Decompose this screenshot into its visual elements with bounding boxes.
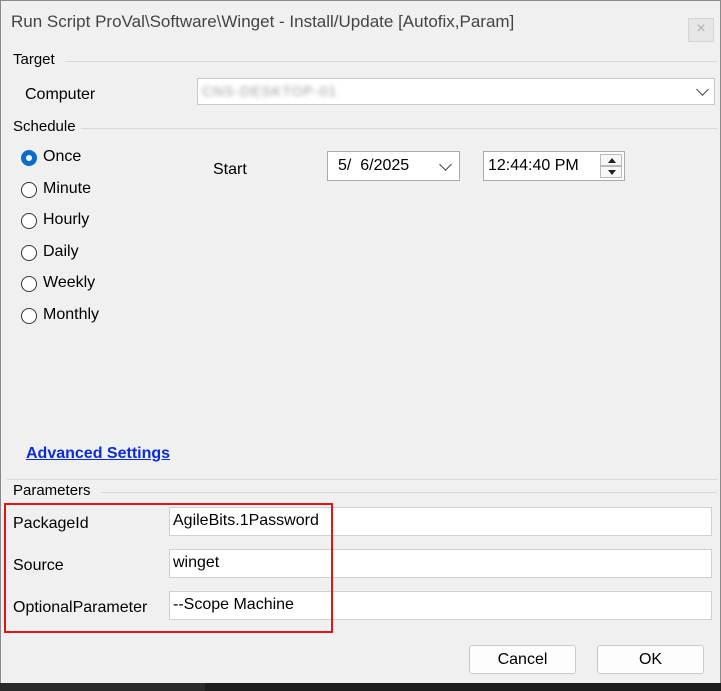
window-title: Run Script ProVal\Software\Winget - Inst… [11, 12, 515, 31]
background-strip-left [0, 683, 205, 691]
time-increment-button[interactable] [600, 154, 622, 166]
arrow-up-icon [608, 158, 616, 163]
parameters-top-divider [7, 479, 717, 480]
time-decrement-button[interactable] [600, 166, 622, 178]
close-button[interactable]: × [688, 18, 714, 42]
radio-unchecked-icon [21, 276, 37, 292]
radio-label: Monthly [43, 306, 100, 323]
radio-label: Once [43, 148, 82, 165]
radio-label: Weekly [43, 274, 96, 291]
schedule-divider [81, 128, 717, 129]
parameters-group-label: Parameters [13, 482, 91, 499]
cancel-button[interactable]: Cancel [469, 645, 576, 674]
highlight-annotation-box [4, 503, 333, 633]
close-icon: × [696, 20, 706, 37]
chevron-down-icon [439, 158, 452, 171]
start-time-picker[interactable]: 12:44:40 PM [483, 151, 625, 181]
advanced-settings-link[interactable]: Advanced Settings [26, 445, 170, 463]
start-time-value: 12:44:40 PM [488, 157, 579, 174]
target-group-label: Target [13, 51, 55, 68]
start-date-picker[interactable]: 5/ 6/2025 [327, 151, 460, 181]
schedule-group-label: Schedule [13, 118, 76, 135]
radio-label: Daily [43, 243, 79, 260]
computer-dropdown[interactable]: CNS-DESKTOP-01 [197, 78, 715, 105]
arrow-down-icon [608, 170, 616, 175]
chevron-down-icon [696, 83, 709, 96]
time-spinner [600, 154, 622, 178]
start-date-value: 5/ 6/2025 [338, 157, 410, 174]
radio-label: Hourly [43, 211, 90, 228]
radio-unchecked-icon [21, 213, 37, 229]
run-script-dialog: Run Script ProVal\Software\Winget - Inst… [0, 0, 721, 691]
radio-label: Minute [43, 180, 92, 197]
radio-unchecked-icon [21, 308, 37, 324]
computer-label: Computer [25, 86, 96, 103]
ok-button[interactable]: OK [597, 645, 704, 674]
radio-checked-icon [21, 150, 37, 166]
parameters-divider [101, 492, 717, 493]
radio-unchecked-icon [21, 245, 37, 261]
radio-unchecked-icon [21, 182, 37, 198]
start-label: Start [213, 161, 247, 178]
computer-value: CNS-DESKTOP-01 [202, 83, 338, 99]
target-divider [65, 61, 717, 62]
title-bar: Run Script ProVal\Software\Winget - Inst… [1, 1, 720, 47]
